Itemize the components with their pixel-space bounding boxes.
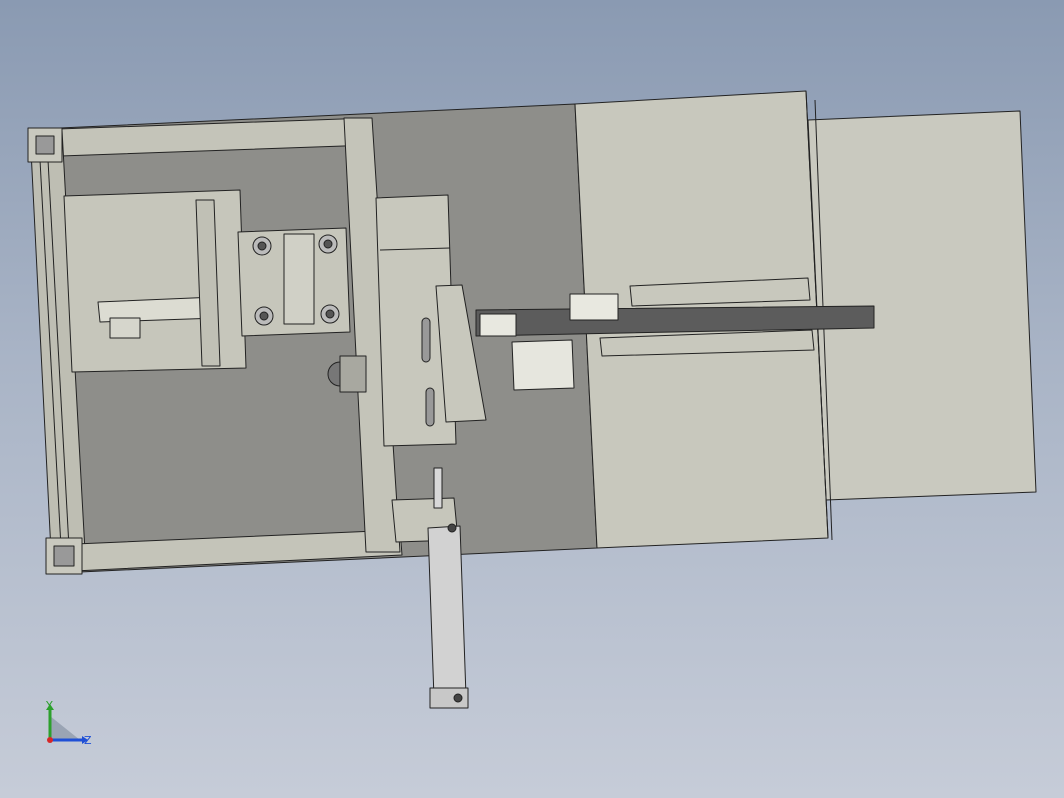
cad-viewport[interactable]: Y Z (0, 0, 1064, 798)
slider-block-1[interactable] (569, 293, 619, 321)
center-roller[interactable] (283, 233, 315, 325)
right-cover-panel[interactable] (807, 110, 1037, 501)
lever-roller[interactable] (109, 317, 141, 339)
triad-y-label: Y (46, 699, 53, 712)
triad-z-label: Z (84, 734, 92, 747)
slot-2 (425, 387, 435, 427)
piston-rod[interactable] (433, 467, 443, 509)
triad-plane (50, 716, 80, 740)
pneumatic-cylinder[interactable] (427, 525, 467, 699)
assembly-model[interactable] (0, 0, 1064, 798)
gripper-jaw[interactable] (511, 339, 575, 391)
x-axis-dot (47, 737, 53, 743)
slot-1 (421, 317, 431, 363)
slider-block-2[interactable] (479, 313, 517, 337)
